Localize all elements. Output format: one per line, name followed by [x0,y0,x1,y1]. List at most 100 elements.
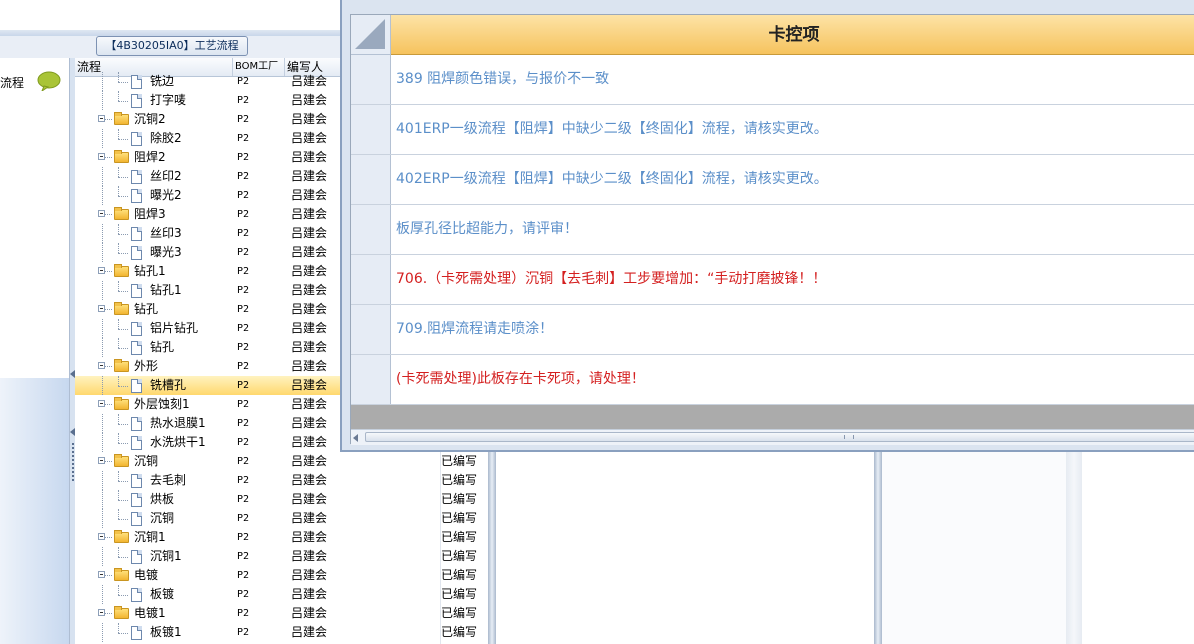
tree-row[interactable]: 曝光2 P2 吕建会 [75,186,345,205]
bom-factory-cell: P2 [237,513,250,524]
row-header[interactable] [351,255,391,304]
writer-cell: 吕建会 [291,416,328,430]
control-item-text: 706.（卡死需处理）沉铜【去毛刺】工步要增加：“手动打磨披锋！！ [396,271,827,287]
tree-row[interactable]: 去毛刺 P2 吕建会 [75,471,345,490]
tree-row[interactable]: 打字唛 P2 吕建会 [75,91,345,110]
tree-connector [118,433,119,443]
tree-row[interactable]: 水洗烘干1 P2 吕建会 [75,433,345,452]
control-item-text: 板厚孔径比超能力，请评审！ [396,221,578,237]
collapse-toggle-icon[interactable] [98,210,105,217]
row-header[interactable] [351,155,391,204]
tree-row[interactable]: 铝片钻孔 P2 吕建会 [75,319,345,338]
collapse-toggle-icon[interactable] [98,267,105,274]
tree-row[interactable]: 沉铜 P2 吕建会 [75,452,345,471]
speech-bubble-icon[interactable] [37,71,61,91]
tree-row[interactable]: 热水退膜1 P2 吕建会 [75,414,345,433]
vertical-splitter-2[interactable] [874,452,882,644]
select-all-icon [355,19,385,49]
tree-row[interactable]: 阻焊3 P2 吕建会 [75,205,345,224]
row-header[interactable] [351,305,391,354]
tree-node-label: 沉铜 [134,454,159,468]
writer-cell: 吕建会 [291,625,328,639]
writer-cell: 吕建会 [291,188,328,202]
collapse-toggle-icon[interactable] [98,362,105,369]
bom-factory-cell: P2 [237,114,250,125]
control-item-row[interactable]: 709.阻焊流程请走喷涂！ [351,305,1194,355]
tree-connector [102,224,103,243]
tree-row[interactable]: 钻孔1 P2 吕建会 [75,262,345,281]
grid-select-all-corner[interactable] [351,15,391,55]
row-header[interactable] [351,55,391,104]
tree-row[interactable]: 丝印3 P2 吕建会 [75,224,345,243]
collapse-toggle-icon[interactable] [98,305,105,312]
tree-connector [118,101,128,102]
document-icon [131,417,142,431]
folder-icon [114,397,129,410]
column-header-control-items[interactable]: 卡控项 [391,15,1194,55]
collapse-toggle-icon[interactable] [98,115,105,122]
control-item-row[interactable]: 706.（卡死需处理）沉铜【去毛刺】工步要增加：“手动打磨披锋！！ [351,255,1194,305]
control-item-text: 402ERP一级流程【阻焊】中缺少二级【终固化】流程，请核实更改。 [396,171,828,187]
row-header[interactable] [351,105,391,154]
tree-row[interactable]: 钻孔1 P2 吕建会 [75,281,345,300]
control-item-row[interactable]: 402ERP一级流程【阻焊】中缺少二级【终固化】流程，请核实更改。 [351,155,1194,205]
control-item-text: (卡死需处理)此板存在卡死项，请处理！ [396,371,645,387]
thumb-grip [844,435,854,439]
bom-factory-cell: P2 [237,475,250,486]
left-panel-title: 流程 [0,76,25,90]
tree-row[interactable]: 沉铜2 P2 吕建会 [75,110,345,129]
tree-row[interactable]: 烘板 P2 吕建会 [75,490,345,509]
collapse-toggle-icon[interactable] [98,400,105,407]
collapse-toggle-icon[interactable] [98,153,105,160]
vertical-splitter-3[interactable] [1066,452,1082,644]
control-item-row[interactable]: 389 阻焊颜色错误，与报价不一致 [351,55,1194,105]
tree-row[interactable]: 沉铜1 P2 吕建会 [75,528,345,547]
vertical-splitter-1[interactable] [488,452,496,644]
control-item-row[interactable]: 板厚孔径比超能力，请评审！ [351,205,1194,255]
splitter-grip[interactable] [72,443,74,483]
writer-cell: 吕建会 [291,264,328,278]
tree-row[interactable]: 钻孔 P2 吕建会 [75,338,345,357]
tree-node-label: 外形 [134,359,159,373]
control-items-grid: 卡控项 389 阻焊颜色错误，与报价不一致 401ERP一级流程【阻焊】中缺少二级… [350,14,1194,445]
tree-connector [118,243,119,253]
collapse-toggle-icon[interactable] [98,533,105,540]
control-item-text: 389 阻焊颜色错误，与报价不一致 [396,71,610,87]
collapse-toggle-icon[interactable] [98,609,105,616]
writer-cell: 吕建会 [291,131,328,145]
tree-row[interactable]: 电镀1 P2 吕建会 [75,604,345,623]
tree-row[interactable]: 铣槽孔 P2 吕建会 [75,376,345,395]
writer-cell: 吕建会 [291,378,328,392]
scrollbar-thumb[interactable] [365,432,1194,442]
tree-node-label: 丝印2 [150,169,182,183]
tree-row[interactable]: 电镀 P2 吕建会 [75,566,345,585]
horizontal-scrollbar[interactable] [351,429,1194,445]
tree-connector [102,72,103,91]
writer-cell: 吕建会 [291,549,328,563]
tree-connector [102,243,103,262]
collapse-toggle-icon[interactable] [98,457,105,464]
row-header[interactable] [351,205,391,254]
tree-row[interactable]: 丝印2 P2 吕建会 [75,167,345,186]
bom-factory-cell: P2 [237,76,250,87]
tree-row[interactable]: 沉铜 P2 吕建会 [75,509,345,528]
tree-row[interactable]: 板镀 P2 吕建会 [75,585,345,604]
control-item-row[interactable]: 401ERP一级流程【阻焊】中缺少二级【终固化】流程，请核实更改。 [351,105,1194,155]
tree-row[interactable]: 外层蚀刻1 P2 吕建会 [75,395,345,414]
tree-row[interactable]: 铣边 P2 吕建会 [75,72,345,91]
tree-row[interactable]: 阻焊2 P2 吕建会 [75,148,345,167]
control-item-row[interactable]: (卡死需处理)此板存在卡死项，请处理！ [351,355,1194,405]
tree-connector [118,139,128,140]
collapse-toggle-icon[interactable] [98,571,105,578]
tree-row[interactable]: 除胶2 P2 吕建会 [75,129,345,148]
row-header[interactable] [351,355,391,404]
tree-row[interactable]: 板镀1 P2 吕建会 [75,623,345,642]
process-flow-tab[interactable]: 【4B30205IA0】工艺流程 [96,36,248,56]
tree-row[interactable]: 钻孔 P2 吕建会 [75,300,345,319]
tree-connector [102,186,103,205]
tree-row[interactable]: 曝光3 P2 吕建会 [75,243,345,262]
tree-row[interactable]: 沉铜1 P2 吕建会 [75,547,345,566]
scroll-left-icon[interactable] [353,434,358,442]
tree-row[interactable]: 外形 P2 吕建会 [75,357,345,376]
tree-node-label: 电镀1 [134,606,166,620]
